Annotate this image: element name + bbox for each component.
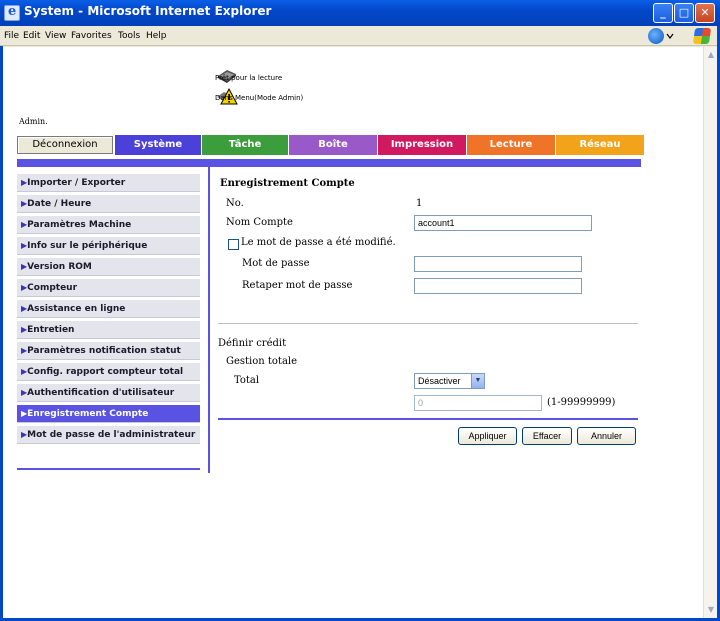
sidebar-item-label: Authentification d'utilisateur xyxy=(27,388,175,398)
sidebar-item-label: Compteur xyxy=(27,283,78,293)
chevron-down-icon[interactable]: ▼ xyxy=(471,374,484,388)
menu-favorites[interactable]: Favorites xyxy=(71,31,112,41)
sidebar-item-total-counter-report[interactable]: ▶Config. rapport compteur total xyxy=(17,363,200,381)
number-label: No. xyxy=(226,198,244,209)
total-management-label: Gestion totale xyxy=(226,356,298,367)
status-mode-text: Dans Menu(Mode Admin) xyxy=(215,94,304,102)
sidebar-item-device-info[interactable]: ▶Info sur le périphérique xyxy=(17,237,200,255)
sidebar-item-online-assistance[interactable]: ▶Assistance en ligne xyxy=(17,300,200,318)
tab-scan[interactable]: Lecture xyxy=(467,135,555,155)
total-value-input[interactable]: 0 xyxy=(414,395,542,411)
clear-button[interactable]: Effacer xyxy=(522,427,572,445)
scroll-up-icon[interactable]: ▲ xyxy=(705,49,717,61)
windows-logo-icon xyxy=(692,28,712,44)
menu-view[interactable]: View xyxy=(45,31,66,41)
number-value: 1 xyxy=(416,198,423,209)
sidebar-item-maintenance[interactable]: ▶Entretien xyxy=(17,321,200,339)
menu-file[interactable]: File xyxy=(4,31,19,41)
translate-globe-icon[interactable] xyxy=(648,28,664,44)
vertical-scrollbar[interactable]: ▲ ▼ xyxy=(703,47,717,618)
account-name-label: Nom Compte xyxy=(226,217,293,228)
sidebar-menu: ▶Importer / Exporter ▶Date / Heure ▶Para… xyxy=(17,174,200,447)
apply-button[interactable]: Appliquer xyxy=(458,427,517,445)
tab-box[interactable]: Boîte xyxy=(289,135,377,155)
cancel-button[interactable]: Annuler xyxy=(577,427,636,445)
menu-edit[interactable]: Edit xyxy=(23,31,40,41)
sidebar-item-label: Enregistrement Compte xyxy=(27,409,149,419)
sidebar-item-admin-password[interactable]: ▶Mot de passe de l'administrateur xyxy=(17,426,200,444)
tab-system[interactable]: Système xyxy=(115,135,201,155)
menu-bar: File Edit View Favorites Tools Help xyxy=(0,26,720,46)
tab-task[interactable]: Tâche xyxy=(202,135,288,155)
menu-help[interactable]: Help xyxy=(146,31,167,41)
sidebar-divider xyxy=(17,468,200,470)
sidebar-item-date-time[interactable]: ▶Date / Heure xyxy=(17,195,200,213)
sidebar-item-status-notification[interactable]: ▶Paramètres notification statut xyxy=(17,342,200,360)
password-changed-label: Le mot de passe a été modifié. xyxy=(241,237,396,248)
window-title-bar: System - Microsoft Internet Explorer _ □… xyxy=(0,0,720,26)
header-divider xyxy=(17,159,641,167)
internet-explorer-icon xyxy=(4,4,20,21)
sidebar-item-label: Date / Heure xyxy=(27,199,92,209)
sidebar-border xyxy=(208,167,210,473)
sidebar-item-label: Paramètres notification statut xyxy=(27,346,181,356)
sidebar-item-machine-settings[interactable]: ▶Paramètres Machine xyxy=(17,216,200,234)
total-select-value: Désactiver xyxy=(418,376,461,386)
form-footer-divider xyxy=(218,418,638,420)
total-label: Total xyxy=(234,375,260,386)
sidebar-item-counter[interactable]: ▶Compteur xyxy=(17,279,200,297)
tab-network[interactable]: Réseau xyxy=(556,135,644,155)
sidebar-item-label: Info sur le périphérique xyxy=(27,241,148,251)
sidebar-item-label: Entretien xyxy=(27,325,75,335)
minimize-button[interactable]: _ xyxy=(653,3,673,23)
maximize-button[interactable]: □ xyxy=(674,3,694,23)
sidebar-item-label: Version ROM xyxy=(27,262,92,272)
window-title: System - Microsoft Internet Explorer xyxy=(24,4,272,18)
admin-label: Admin. xyxy=(19,117,48,126)
account-name-input[interactable]: account1 xyxy=(414,215,592,231)
password-label: Mot de passe xyxy=(242,258,310,269)
retype-password-input[interactable] xyxy=(414,278,582,294)
sidebar-item-import-export[interactable]: ▶Importer / Exporter xyxy=(17,174,200,192)
section-divider xyxy=(218,323,638,324)
sidebar-item-label: Importer / Exporter xyxy=(27,178,126,188)
sidebar-item-label: Mot de passe de l'administrateur xyxy=(27,430,196,440)
chevron-down-icon[interactable] xyxy=(666,32,674,40)
page-viewport: Prêt pour la lecture Dans Menu(Mode Admi… xyxy=(3,47,703,618)
total-select[interactable]: Désactiver ▼ xyxy=(414,373,485,389)
sidebar-item-user-authentication[interactable]: ▶Authentification d'utilisateur xyxy=(17,384,200,402)
sidebar-item-label: Paramètres Machine xyxy=(27,220,132,230)
password-changed-checkbox[interactable] xyxy=(228,239,239,250)
tab-print[interactable]: Impression xyxy=(378,135,466,155)
credit-label: Définir crédit xyxy=(218,338,287,349)
status-ready-text: Prêt pour la lecture xyxy=(215,74,283,82)
sidebar-item-label: Assistance en ligne xyxy=(27,304,126,314)
close-button[interactable]: ✕ xyxy=(695,3,715,23)
sidebar-item-label: Config. rapport compteur total xyxy=(27,367,184,377)
menu-tools[interactable]: Tools xyxy=(118,31,140,41)
page-title: Enregistrement Compte xyxy=(220,178,355,189)
logout-button[interactable]: Déconnexion xyxy=(17,136,113,154)
sidebar-item-account-registration[interactable]: ▶Enregistrement Compte xyxy=(17,405,200,423)
range-label: (1-99999999) xyxy=(547,397,616,408)
password-input[interactable] xyxy=(414,256,582,272)
sidebar-item-rom-version[interactable]: ▶Version ROM xyxy=(17,258,200,276)
retype-password-label: Retaper mot de passe xyxy=(242,280,353,291)
scroll-down-icon[interactable]: ▼ xyxy=(705,604,717,616)
